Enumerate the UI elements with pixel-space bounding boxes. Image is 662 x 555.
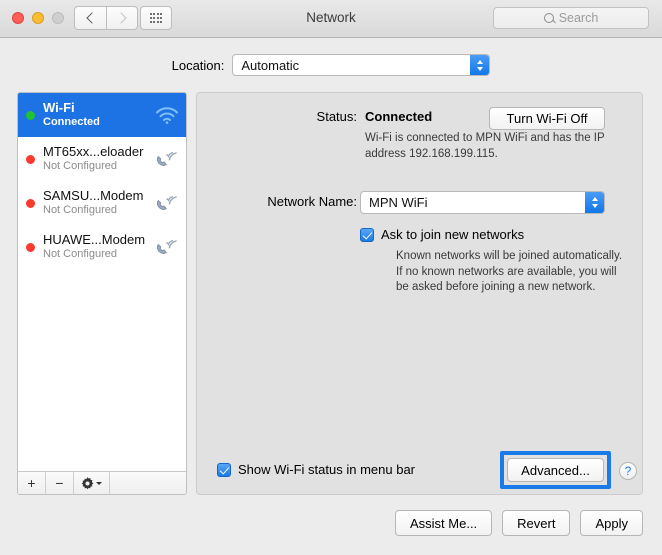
modem-icon [156,240,177,254]
service-status: Not Configured [43,248,117,261]
toolbar-filler [110,472,186,494]
network-name-label: Network Name: [267,194,357,209]
location-label: Location: [171,57,225,73]
modem-icon [156,152,177,166]
sidebar-item-wifi[interactable]: Wi-Fi Connected [18,93,186,137]
revert-button[interactable]: Revert [502,510,571,536]
show-status-row[interactable]: Show Wi-Fi status in menu bar [217,462,415,477]
sidebar-toolbar: + − [18,471,186,494]
footer-buttons: Assist Me... Revert Apply [394,510,643,536]
service-name: HUAWE...Modem [43,233,146,248]
ask-to-join-label: Ask to join new networks [381,227,525,242]
services-list: Wi-Fi Connected MT65xx...eloader Not Con… [18,93,186,472]
sidebar-item-mt65xx[interactable]: MT65xx...eloader Not Configured [18,137,186,181]
location-popup-button[interactable]: Automatic [232,54,491,76]
sidebar-item-samsung[interactable]: SAMSU...Modem Not Configured [18,181,186,225]
wifi-settings-panel: Status: Connected Turn Wi-Fi Off Wi-Fi i… [196,92,643,495]
sidebar-item-huawei[interactable]: HUAWE...Modem Not Configured [18,225,186,269]
ask-to-join-description: Known networks will be joined automatica… [396,250,623,294]
advanced-button[interactable]: Advanced... [507,458,604,482]
gear-icon [81,476,94,489]
show-wifi-status-checkbox[interactable] [217,462,231,477]
status-dot-not-configured [26,198,35,208]
service-name: Wi-Fi [43,101,75,116]
status-description: Wi-Fi is connected to MPN WiFi and has t… [365,132,605,160]
status-dot-connected [26,110,35,120]
service-status: Not Configured [43,160,117,173]
services-sidebar: Wi-Fi Connected MT65xx...eloader Not Con… [17,92,187,495]
service-status: Connected [43,116,100,129]
wifi-icon [156,107,178,124]
apply-button[interactable]: Apply [580,510,643,536]
window-titlebar: Network Search [0,0,662,38]
search-input[interactable]: Search [559,11,599,25]
search-field[interactable]: Search [493,7,649,29]
show-wifi-status-label: Show Wi-Fi status in menu bar [238,462,416,477]
status-label: Status: [316,109,357,124]
network-name-value: MPN WiFi [369,195,428,210]
chevron-down-icon [96,481,102,485]
chevron-updown-icon [470,55,490,75]
add-service-button[interactable]: + [18,472,46,494]
service-status: Not Configured [43,204,117,217]
assist-me-button[interactable]: Assist Me... [394,510,493,536]
modem-icon [156,196,177,210]
ask-to-join-row[interactable]: Ask to join new networks [360,227,524,242]
help-button[interactable]: ? [619,462,637,480]
service-name: SAMSU...Modem [43,189,144,204]
status-value: Connected [365,109,433,124]
status-dot-not-configured [26,242,35,252]
turn-wifi-off-button[interactable]: Turn Wi-Fi Off [489,107,605,130]
network-name-popup-button[interactable]: MPN WiFi [360,191,605,214]
chevron-updown-icon [585,192,604,213]
location-value: Automatic [241,57,300,73]
ask-to-join-checkbox[interactable] [360,227,374,242]
status-dot-not-configured [26,154,35,164]
remove-service-button[interactable]: − [46,472,74,494]
service-actions-button[interactable] [74,472,110,494]
search-icon [543,13,554,23]
service-name: MT65xx...eloader [43,145,144,160]
location-row: Location: Automatic [0,54,662,76]
